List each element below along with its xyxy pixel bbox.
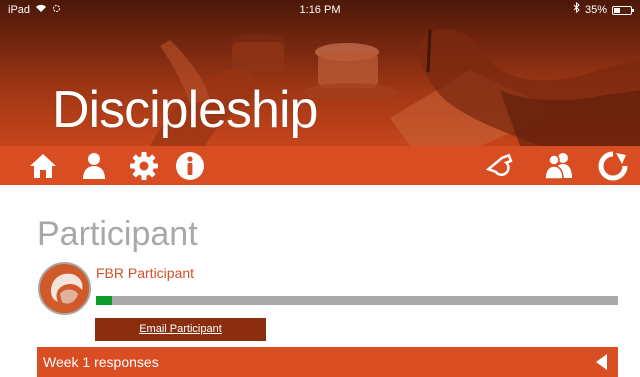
refresh-icon[interactable] bbox=[597, 150, 629, 182]
email-participant-button[interactable]: Email Participant bbox=[95, 318, 266, 341]
info-icon[interactable] bbox=[174, 150, 206, 182]
battery-icon bbox=[612, 5, 634, 15]
participant-name: FBR Participant bbox=[96, 265, 195, 281]
bluetooth-icon bbox=[573, 0, 580, 20]
home-icon[interactable] bbox=[27, 150, 59, 182]
nav-bar bbox=[0, 146, 640, 185]
progress-bar bbox=[96, 296, 618, 305]
group-icon[interactable] bbox=[543, 150, 575, 182]
week-responses-header[interactable]: Week 1 responses bbox=[37, 347, 618, 377]
week-responses-label: Week 1 responses bbox=[43, 354, 159, 370]
status-time: 1:16 PM bbox=[299, 4, 341, 16]
participant-avatar[interactable] bbox=[38, 262, 91, 315]
page-title: Participant bbox=[37, 215, 198, 253]
whistle-icon[interactable] bbox=[484, 150, 516, 182]
collapse-arrow-icon[interactable] bbox=[594, 353, 608, 371]
status-bar: iPad 1:16 PM 35% bbox=[0, 0, 640, 20]
header-banner: iPad 1:16 PM 35% Discipleship bbox=[0, 0, 640, 146]
profile-icon[interactable] bbox=[78, 150, 110, 182]
settings-gear-icon[interactable] bbox=[128, 150, 160, 182]
battery-percent: 35% bbox=[584, 4, 607, 16]
progress-fill bbox=[96, 296, 112, 305]
app-title: Discipleship bbox=[52, 81, 318, 139]
